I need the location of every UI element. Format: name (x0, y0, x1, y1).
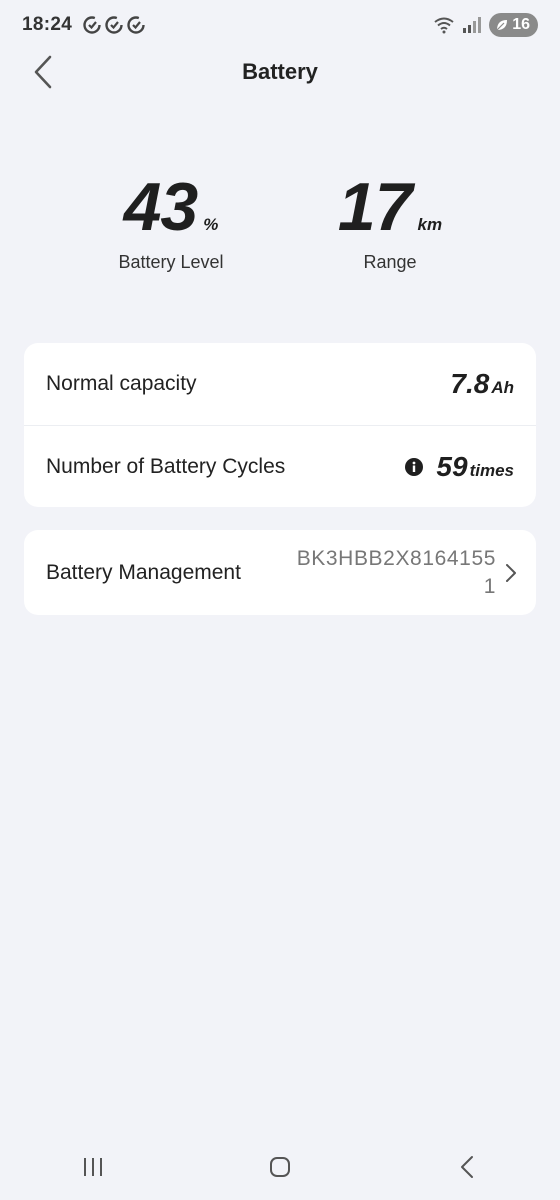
sync-icon (105, 16, 123, 34)
battery-indicator: 16 (489, 13, 538, 37)
status-right: 16 (433, 13, 538, 37)
range-unit: km (417, 215, 443, 234)
chevron-right-icon (506, 563, 516, 582)
normal-capacity-label: Normal capacity (46, 372, 197, 395)
battery-percent: 16 (512, 16, 530, 33)
system-back-button[interactable] (437, 1147, 497, 1187)
battery-level-unit: % (203, 215, 219, 234)
battery-cycles-row: Number of Battery Cycles 59 times (24, 425, 536, 507)
status-left: 18:24 (22, 14, 146, 36)
chevron-left-icon (34, 55, 52, 89)
battery-management-row[interactable]: Battery Management BK3HBB2X81641551 (24, 530, 536, 615)
range-stat: 17 km Range (290, 170, 490, 273)
battery-level-stat: 43 % Battery Level (71, 170, 271, 273)
home-button[interactable] (250, 1147, 310, 1187)
battery-serial-number: BK3HBB2X81641551 (296, 546, 496, 598)
battery-cycles-value: 59 (436, 450, 468, 482)
battery-cycles-unit: times (469, 460, 514, 480)
system-nav-bar (0, 1134, 560, 1200)
range-value: 17 (337, 169, 413, 245)
battery-stats: 43 % Battery Level 17 km Range (0, 170, 560, 280)
signal-icon (463, 17, 482, 33)
back-button[interactable] (28, 52, 58, 92)
info-icon[interactable] (404, 457, 424, 477)
wifi-icon (434, 17, 454, 34)
range-label: Range (363, 252, 417, 272)
sync-icons (82, 15, 146, 35)
leaf-icon (496, 20, 508, 31)
page-title: Battery (242, 59, 318, 84)
battery-cycles-label: Number of Battery Cycles (46, 454, 286, 478)
status-time: 18:24 (22, 14, 73, 35)
home-icon (269, 1157, 290, 1177)
battery-level-value: 43 (123, 169, 199, 245)
header: Battery (0, 50, 560, 94)
battery-management-card[interactable]: Battery Management BK3HBB2X81641551 (24, 530, 536, 615)
normal-capacity-unit: Ah (491, 378, 514, 397)
battery-level-label: Battery Level (118, 252, 224, 272)
back-icon (460, 1156, 473, 1178)
sync-icon (83, 16, 101, 34)
recent-apps-icon (84, 1158, 103, 1176)
battery-management-label: Battery Management (46, 560, 241, 584)
sync-icon (127, 16, 145, 34)
normal-capacity-row: Normal capacity 7.8 Ah (24, 343, 536, 425)
battery-info-card: Normal capacity 7.8 Ah Number of Battery… (24, 343, 536, 507)
normal-capacity-value: 7.8 (450, 368, 490, 399)
recent-apps-button[interactable] (63, 1147, 123, 1187)
status-bar: 18:24 16 (0, 0, 560, 50)
